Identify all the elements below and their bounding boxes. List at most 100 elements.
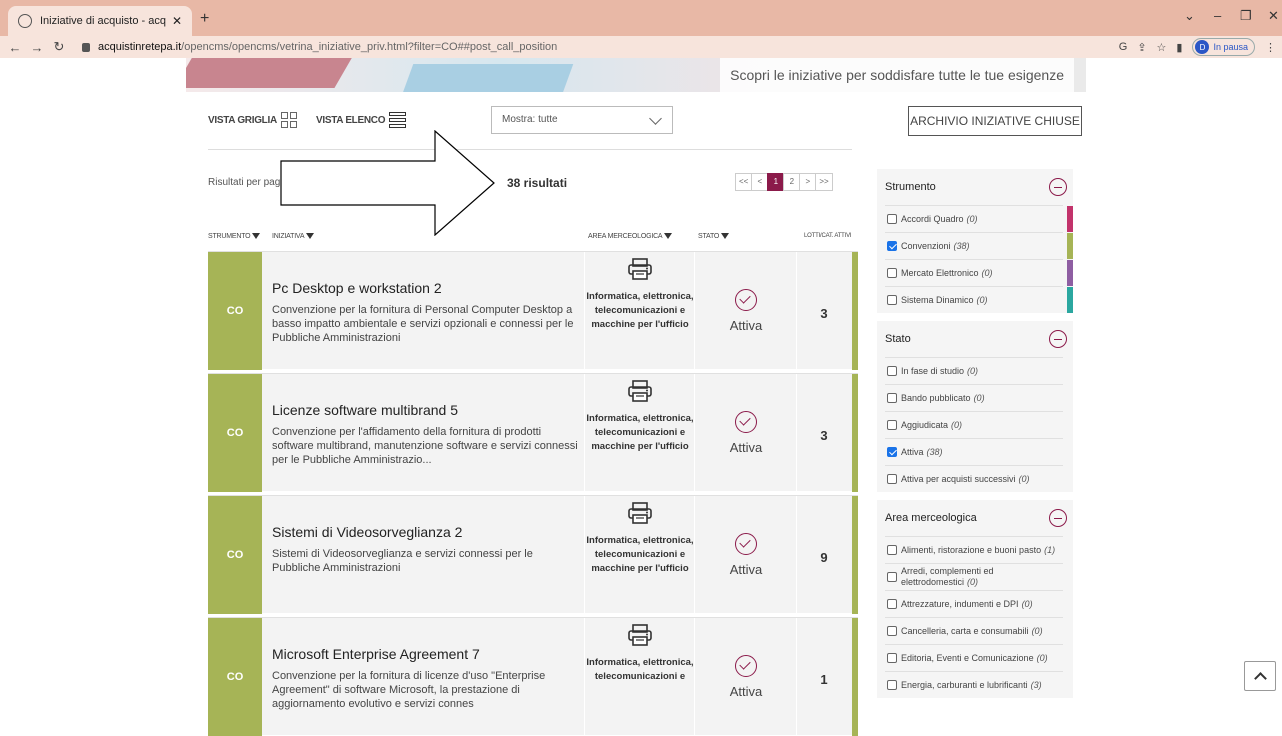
back-icon[interactable]: ← [4,40,26,55]
pager-next[interactable]: > [799,173,817,191]
filter-count: (0) [1021,598,1033,609]
profile-button[interactable]: D In pausa [1192,38,1255,56]
initiative-description: Convenzione per la fornitura di Personal… [272,304,574,344]
vista-griglia-label: VISTA GRIGLIA [208,114,277,126]
scroll-top-button[interactable] [1244,661,1276,691]
filter-option[interactable]: Alimenti, ristorazione e buoni pasto (1) [885,536,1063,563]
area-label: Informatica, elettronica, telecomunicazi… [586,291,694,330]
bookmark-star-icon[interactable]: ☆ [1157,41,1167,54]
initiative-row[interactable]: CO Pc Desktop e workstation 2 Convenzion… [208,251,858,370]
hero-banner: Scopri le iniziative per soddisfare tutt… [186,58,1086,92]
pager-page-1[interactable]: 1 [767,173,785,191]
filter-count: (38) [926,446,943,457]
checkbox-icon[interactable] [887,295,897,305]
filter-option-label: In fase di studio (0) [901,366,978,377]
new-tab-button[interactable]: + [200,10,209,28]
filter-option[interactable]: Accordi Quadro (0) [885,205,1073,232]
initiative-title[interactable]: Pc Desktop e workstation 2 [272,280,442,296]
collapse-minus-icon[interactable] [1049,178,1067,196]
filter-option[interactable]: Attiva per acquisti successivi (0) [885,465,1063,492]
divider [694,374,695,492]
filter-option[interactable]: Editoria, Eventi e Comunicazione (0) [885,644,1063,671]
mostra-value: Mostra: tutte [502,114,558,125]
filter-option[interactable]: In fase di studio (0) [885,357,1063,384]
vista-elenco-link[interactable]: VISTA ELENCO [316,112,407,128]
filter-option-label: Arredi, complementi ed elettrodomestici(… [901,566,1057,588]
per-page-label[interactable]: Risultati per pagi [208,177,282,188]
browser-tab[interactable]: Iniziative di acquisto - acquistinr ✕ [8,6,192,36]
initiative-row[interactable]: CO Microsoft Enterprise Agreement 7 Conv… [208,617,858,736]
filter-option[interactable]: Mercato Elettronico (0) [885,259,1073,286]
filter-option[interactable]: Arredi, complementi ed elettrodomestici(… [885,563,1063,590]
filter-option[interactable]: Convenzioni (38) [885,232,1073,259]
checkbox-icon[interactable] [887,572,897,582]
filter-option[interactable]: Attiva (38) [885,438,1063,465]
google-icon[interactable]: G [1119,41,1128,53]
sort-down-icon [664,233,673,239]
archivio-button[interactable]: ARCHIVIO INIZIATIVE CHIUSE [908,106,1082,136]
side-panel-icon[interactable]: ▮ [1176,41,1182,54]
checkbox-icon[interactable] [887,214,897,224]
globe-icon [18,14,32,28]
filter-option[interactable]: Sistema Dinamico (0) [885,286,1073,313]
mostra-select[interactable]: Mostra: tutte [491,106,673,134]
header-strumento[interactable]: STRUMENTO [208,233,261,240]
checkbox-icon[interactable] [887,626,897,636]
filter-label-text: Editoria, Eventi e Comunicazione [901,652,1034,663]
filter-option[interactable]: Energia, carburanti e lubrificanti (3) [885,671,1063,698]
checkbox-icon[interactable] [887,474,897,484]
checkbox-icon[interactable] [887,599,897,609]
checkbox-icon[interactable] [887,268,897,278]
filter-option[interactable]: Cancelleria, carta e consumabili (0) [885,617,1063,644]
vista-griglia-link[interactable]: VISTA GRIGLIA [208,112,297,128]
header-area[interactable]: AREA MERCEOLOGICA [588,233,673,240]
checkbox-checked-icon[interactable] [887,447,897,457]
filter-option[interactable]: Bando pubblicato (0) [885,384,1063,411]
minimize-icon[interactable]: – [1214,8,1221,23]
checkbox-icon[interactable] [887,653,897,663]
restore-icon[interactable]: ❐ [1240,8,1252,24]
divider [584,252,585,370]
initiative-title[interactable]: Microsoft Enterprise Agreement 7 [272,646,480,662]
stato-cell: Attiva [696,374,796,492]
filter-header-strumento[interactable]: Strumento [877,169,1073,205]
tab-search-icon[interactable]: ⌄ [1184,8,1195,24]
stato-label: Attiva [729,440,763,455]
pager-last[interactable]: >> [815,173,833,191]
filter-header-stato[interactable]: Stato [877,321,1073,357]
menu-dots-icon[interactable]: ⋮ [1265,41,1276,54]
close-window-icon[interactable]: ✕ [1268,8,1279,24]
header-iniziativa[interactable]: INIZIATIVA [272,233,315,240]
checkbox-icon[interactable] [887,420,897,430]
checkbox-icon[interactable] [887,680,897,690]
filter-option[interactable]: Aggiudicata (0) [885,411,1063,438]
filter-header-area[interactable]: Area merceologica [877,500,1073,536]
checkbox-icon[interactable] [887,393,897,403]
collapse-minus-icon[interactable] [1049,509,1067,527]
filter-option-label: Alimenti, ristorazione e buoni pasto (1) [901,545,1055,556]
category-color-stripe [1067,260,1073,286]
check-circle-icon [735,533,757,555]
checkbox-checked-icon[interactable] [887,241,897,251]
forward-icon[interactable]: → [26,40,48,55]
filter-group-area: Area merceologica Alimenti, ristorazione … [877,500,1073,698]
filter-option[interactable]: Attrezzature, indumenti e DPI (0) [885,590,1063,617]
header-stato[interactable]: STATO [698,233,730,240]
tab-close-icon[interactable]: ✕ [172,14,182,28]
reload-icon[interactable]: ↻ [48,39,70,55]
pager-page-2[interactable]: 2 [783,173,801,191]
pager-prev[interactable]: < [751,173,769,191]
initiative-title[interactable]: Licenze software multibrand 5 [272,402,458,418]
url-input[interactable]: acquistinretepa.it /opencms/opencms/vetr… [82,38,1112,56]
divider [796,496,797,614]
pager-first[interactable]: << [735,173,753,191]
divider [584,374,585,492]
initiative-row[interactable]: CO Licenze software multibrand 5 Convenz… [208,373,858,492]
initiative-row[interactable]: CO Sistemi di Videosorveglianza 2 Sistem… [208,495,858,614]
initiative-title[interactable]: Sistemi di Videosorveglianza 2 [272,524,462,540]
checkbox-icon[interactable] [887,545,897,555]
share-icon[interactable]: ⇪ [1137,41,1146,54]
collapse-minus-icon[interactable] [1049,330,1067,348]
checkbox-icon[interactable] [887,366,897,376]
filter-option-label: Attrezzature, indumenti e DPI (0) [901,599,1033,610]
